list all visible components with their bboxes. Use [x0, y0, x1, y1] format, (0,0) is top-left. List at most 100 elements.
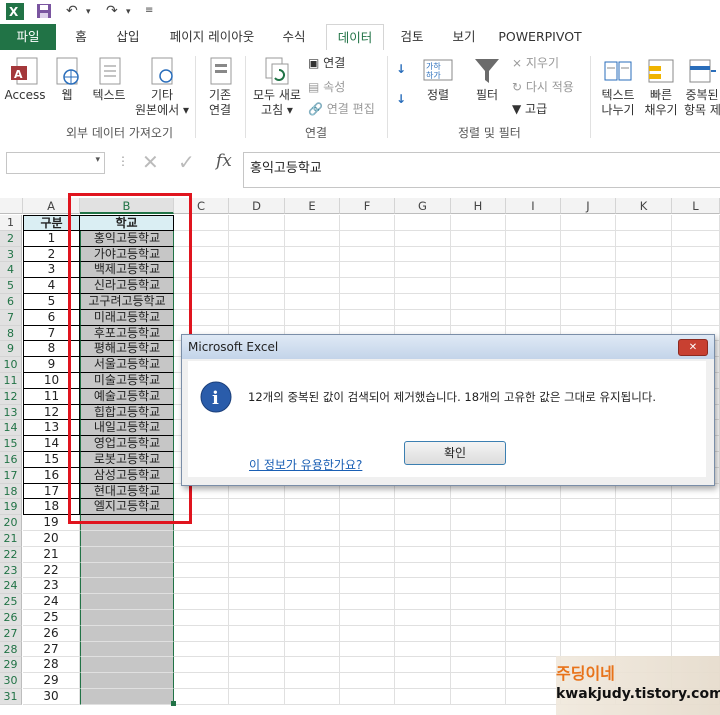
- cell-f23[interactable]: [340, 562, 395, 579]
- cell-d6[interactable]: [229, 294, 285, 310]
- cell-b24[interactable]: [80, 578, 174, 595]
- cell-a31[interactable]: 30: [23, 689, 80, 705]
- cell-c24[interactable]: [174, 578, 229, 595]
- cell-i26[interactable]: [506, 610, 561, 626]
- column-header-e[interactable]: E: [285, 198, 340, 214]
- row-header[interactable]: 19: [0, 499, 22, 516]
- cell-k4[interactable]: [616, 262, 672, 279]
- cell-i4[interactable]: [506, 262, 561, 279]
- cell-l5[interactable]: [672, 278, 720, 294]
- tab-page-layout[interactable]: 페이지 레이아웃: [160, 24, 264, 50]
- remove-duplicates-button[interactable]: 중복된 항목 제: [684, 56, 720, 118]
- cell-e1[interactable]: [285, 215, 340, 231]
- cell-i22[interactable]: [506, 546, 561, 563]
- cell-h3[interactable]: [451, 246, 506, 263]
- text-to-columns-button[interactable]: 텍스트 나누기: [596, 56, 640, 118]
- cell-c28[interactable]: [174, 641, 229, 658]
- cell-j22[interactable]: [561, 546, 616, 563]
- row-header[interactable]: 25: [0, 594, 22, 610]
- cell-a21[interactable]: 20: [23, 531, 80, 547]
- cell-d3[interactable]: [229, 246, 285, 263]
- cell-h28[interactable]: [451, 641, 506, 658]
- row-header[interactable]: 21: [0, 531, 22, 547]
- cell-d19[interactable]: [229, 499, 285, 516]
- cell-i27[interactable]: [506, 625, 561, 642]
- cell-e26[interactable]: [285, 610, 340, 626]
- cell-g23[interactable]: [395, 562, 451, 579]
- close-button[interactable]: ✕: [678, 339, 708, 356]
- cell-k27[interactable]: [616, 625, 672, 642]
- cell-k2[interactable]: [616, 230, 672, 247]
- column-header-j[interactable]: J: [561, 198, 616, 214]
- column-header-h[interactable]: H: [451, 198, 506, 214]
- cell-e20[interactable]: [285, 515, 340, 531]
- cell-k3[interactable]: [616, 246, 672, 263]
- column-header-f[interactable]: F: [340, 198, 395, 214]
- cell-h19[interactable]: [451, 499, 506, 516]
- cell-h4[interactable]: [451, 262, 506, 279]
- row-header[interactable]: 30: [0, 673, 22, 689]
- name-box[interactable]: ▾: [6, 152, 105, 174]
- cell-k22[interactable]: [616, 546, 672, 563]
- cell-k21[interactable]: [616, 531, 672, 547]
- access-button[interactable]: A Access: [4, 56, 46, 103]
- cell-h22[interactable]: [451, 546, 506, 563]
- column-header-i[interactable]: I: [506, 198, 561, 214]
- cell-i24[interactable]: [506, 578, 561, 595]
- cell-j3[interactable]: [561, 246, 616, 263]
- cell-k1[interactable]: [616, 215, 672, 231]
- cell-i20[interactable]: [506, 515, 561, 531]
- cell-c29[interactable]: [174, 657, 229, 674]
- formula-input[interactable]: 홍익고등학교: [243, 152, 720, 188]
- cell-i29[interactable]: [506, 657, 561, 674]
- row-header[interactable]: 3: [0, 246, 22, 263]
- reapply-button[interactable]: ↻ 다시 적용: [512, 78, 574, 96]
- tab-formulas[interactable]: 수식: [274, 24, 314, 50]
- column-header-l[interactable]: L: [672, 198, 720, 214]
- cell-a25[interactable]: 24: [23, 594, 80, 610]
- insert-function-icon[interactable]: fx: [216, 151, 232, 171]
- cell-e4[interactable]: [285, 262, 340, 279]
- cell-j25[interactable]: [561, 594, 616, 610]
- cell-k6[interactable]: [616, 294, 672, 310]
- cell-h7[interactable]: [451, 309, 506, 326]
- cell-j21[interactable]: [561, 531, 616, 547]
- advanced-button[interactable]: ▼ 고급: [512, 100, 547, 118]
- cell-j5[interactable]: [561, 278, 616, 294]
- cell-f7[interactable]: [340, 309, 395, 326]
- connections-button[interactable]: ▣ 연결: [308, 54, 345, 72]
- cell-j2[interactable]: [561, 230, 616, 247]
- cell-i21[interactable]: [506, 531, 561, 547]
- help-link[interactable]: 이 정보가 유용한가요?: [249, 456, 362, 473]
- cell-f28[interactable]: [340, 641, 395, 658]
- cancel-icon[interactable]: ✕: [142, 150, 159, 174]
- cell-l22[interactable]: [672, 546, 720, 563]
- cell-b27[interactable]: [80, 625, 174, 642]
- undo-icon[interactable]: ↶: [66, 3, 78, 19]
- cell-f19[interactable]: [340, 499, 395, 516]
- cell-c31[interactable]: [174, 689, 229, 705]
- cell-k20[interactable]: [616, 515, 672, 531]
- cell-e2[interactable]: [285, 230, 340, 247]
- chevron-down-icon[interactable]: ▾: [95, 155, 100, 165]
- fill-handle[interactable]: [171, 701, 176, 706]
- cell-f21[interactable]: [340, 531, 395, 547]
- cell-f2[interactable]: [340, 230, 395, 247]
- cell-e23[interactable]: [285, 562, 340, 579]
- cell-h24[interactable]: [451, 578, 506, 595]
- cell-g2[interactable]: [395, 230, 451, 247]
- cell-a29[interactable]: 28: [23, 657, 80, 674]
- refresh-all-button[interactable]: 모두 새로 고침 ▾: [250, 56, 304, 118]
- cell-b22[interactable]: [80, 546, 174, 563]
- cell-g6[interactable]: [395, 294, 451, 310]
- cell-h25[interactable]: [451, 594, 506, 610]
- cell-k25[interactable]: [616, 594, 672, 610]
- edit-links-button[interactable]: 🔗 연결 편집: [308, 100, 375, 118]
- cell-a22[interactable]: 21: [23, 546, 80, 563]
- tab-view[interactable]: 보기: [444, 24, 484, 50]
- column-header-d[interactable]: D: [229, 198, 285, 214]
- cell-e21[interactable]: [285, 531, 340, 547]
- row-header[interactable]: 9: [0, 341, 22, 358]
- cell-d22[interactable]: [229, 546, 285, 563]
- cell-d21[interactable]: [229, 531, 285, 547]
